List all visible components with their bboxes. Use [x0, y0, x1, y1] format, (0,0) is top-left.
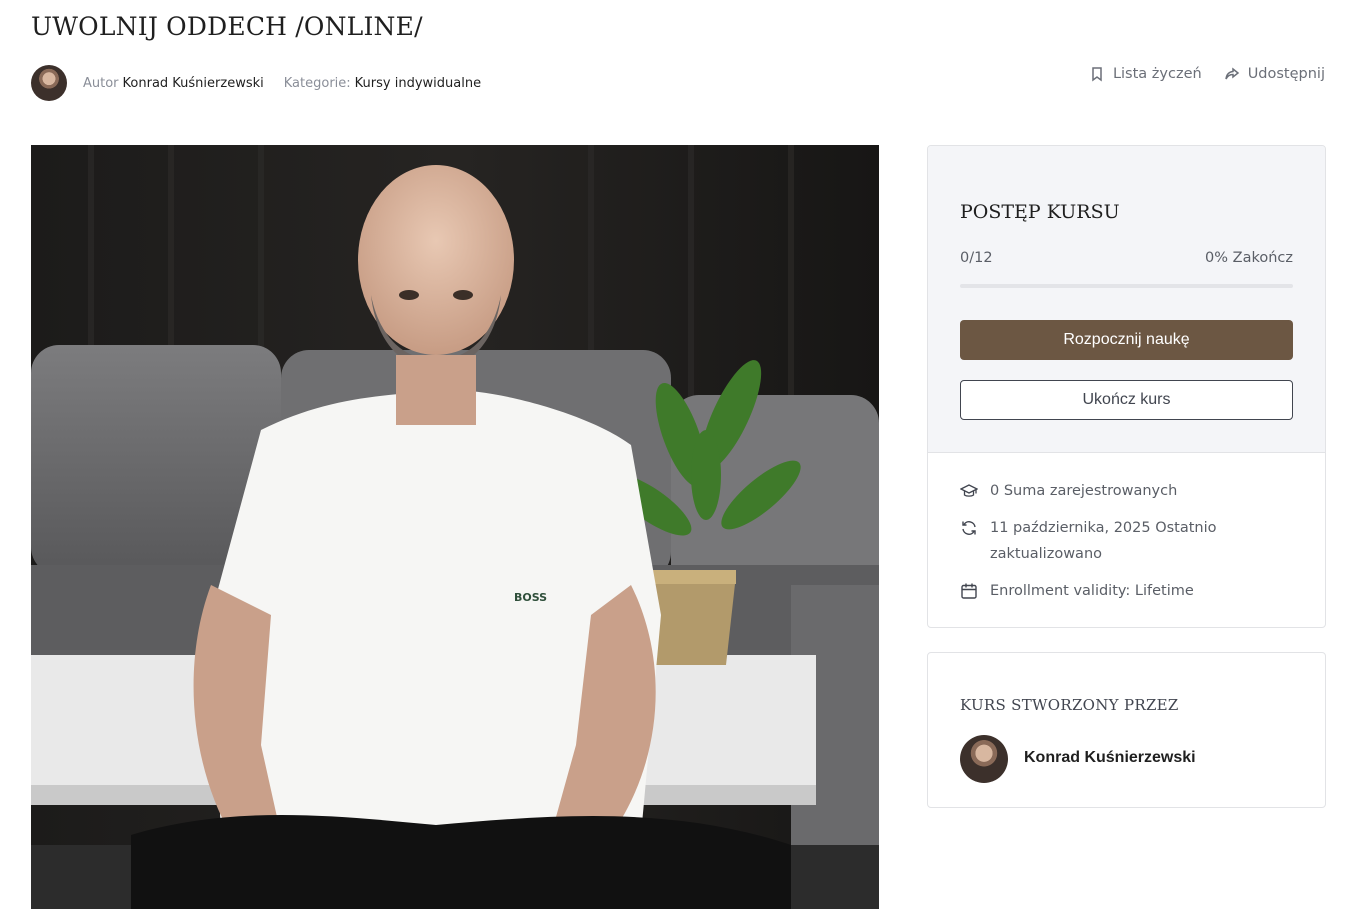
wishlist-label: Lista życzeń — [1112, 66, 1202, 82]
instructor-photo: BOSS — [31, 145, 879, 909]
progress-percent: 0% Zakończ — [1205, 250, 1293, 266]
shirt-brand: BOSS — [514, 591, 547, 604]
author-link[interactable]: Konrad Kuśnierzewski — [123, 76, 264, 91]
course-actions: Lista życzeń Udostępnij — [1089, 66, 1325, 82]
creator-heading: KURS STWORZONY PRZEZ — [960, 696, 1179, 714]
course-progress-panel: POSTĘP KURSU 0/12 0% Zakończ Rozpocznij … — [927, 145, 1326, 628]
validity-text: Enrollment validity: Lifetime — [990, 583, 1194, 599]
share-icon — [1224, 67, 1239, 80]
author-label: Autor — [83, 75, 119, 91]
updated-text: 11 października, 2025 Ostatnio zaktualiz… — [990, 520, 1217, 562]
info-updated: 11 października, 2025 Ostatnio zaktualiz… — [960, 515, 1293, 567]
creator-avatar[interactable] — [960, 735, 1008, 783]
category-label: Kategorie: — [283, 75, 351, 91]
complete-course-button[interactable]: Ukończ kurs — [960, 380, 1293, 420]
category-link[interactable]: Kursy indywidualne — [355, 76, 481, 91]
info-enrolled: 0 Suma zarejestrowanych — [960, 478, 1293, 504]
course-info-list: 0 Suma zarejestrowanych 11 października,… — [928, 453, 1325, 604]
progress-section: POSTĘP KURSU 0/12 0% Zakończ Rozpocznij … — [928, 146, 1325, 453]
bookmark-icon — [1092, 67, 1102, 82]
progress-heading: POSTĘP KURSU — [960, 201, 1120, 223]
calendar-icon — [960, 578, 978, 604]
progress-bar — [960, 284, 1293, 288]
course-meta: Autor Konrad Kuśnierzewski Kategorie: Ku… — [31, 65, 481, 101]
author-avatar[interactable] — [31, 65, 67, 101]
creator-name-link[interactable]: Konrad Kuśnierzewski — [1024, 749, 1196, 767]
refresh-icon — [960, 515, 978, 541]
course-creator-panel: KURS STWORZONY PRZEZ Konrad Kuśnierzewsk… — [927, 652, 1326, 808]
graduation-cap-icon — [960, 478, 978, 504]
share-label: Udostępnij — [1247, 66, 1325, 82]
start-learning-button[interactable]: Rozpocznij naukę — [960, 320, 1293, 360]
share-button[interactable]: Udostępnij — [1224, 66, 1325, 82]
course-hero-image: BOSS — [31, 145, 879, 909]
info-validity: Enrollment validity: Lifetime — [960, 578, 1293, 604]
progress-count: 0/12 — [960, 250, 993, 266]
wishlist-button[interactable]: Lista życzeń — [1089, 66, 1202, 82]
course-title: UWOLNIJ ODDECH /ONLINE/ — [31, 12, 423, 41]
enrolled-text: 0 Suma zarejestrowanych — [990, 483, 1178, 499]
